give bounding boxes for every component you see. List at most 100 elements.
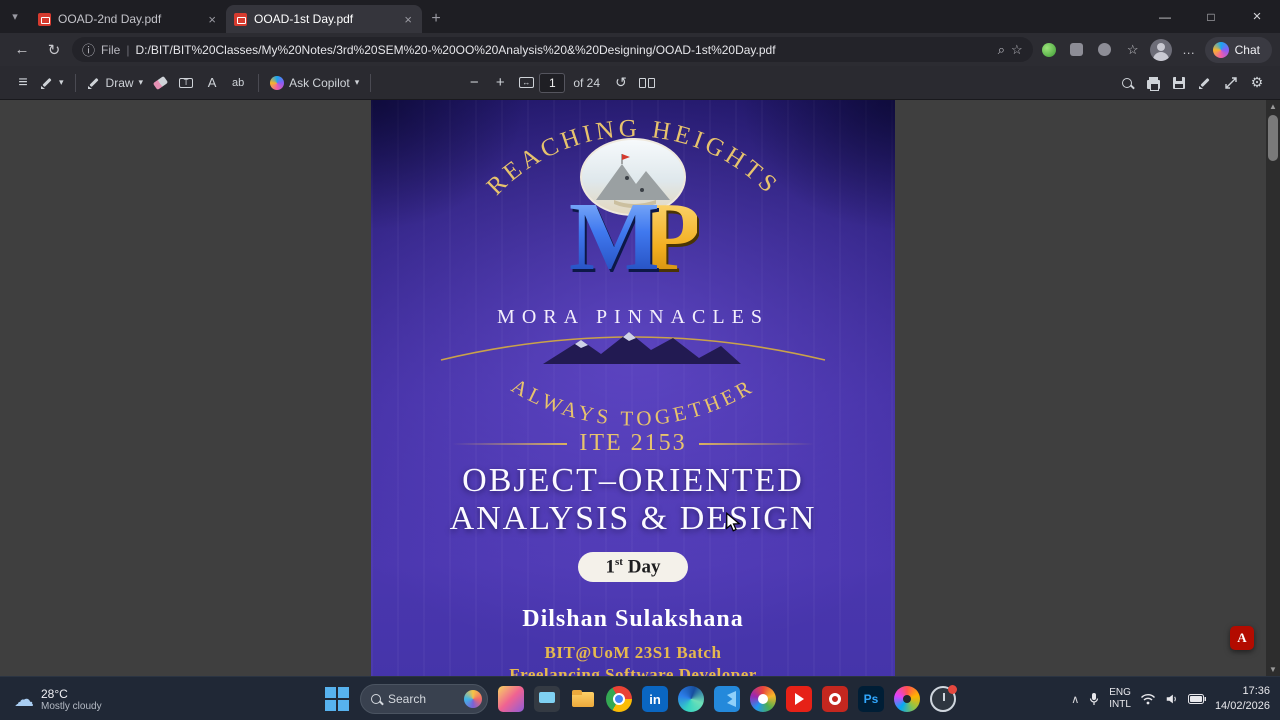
course-code-row: ITE 2153 <box>371 430 895 457</box>
search-icon <box>371 694 381 704</box>
settings-menu-icon[interactable]: … <box>1177 38 1201 62</box>
file-explorer-icon[interactable] <box>570 686 596 712</box>
hidden-icons-chevron[interactable]: ∧ <box>1071 693 1079 706</box>
maximize-button[interactable]: □ <box>1188 0 1234 33</box>
tab-ooad-1st-day[interactable]: OOAD-1st Day.pdf × <box>226 5 422 33</box>
gold-line-left <box>452 442 568 445</box>
photos-icon[interactable] <box>750 686 776 712</box>
color-wheel-app-icon[interactable] <box>894 686 920 712</box>
tab-actions-icon[interactable]: ▾ <box>0 0 30 33</box>
scroll-down-icon[interactable]: ▼ <box>1266 663 1280 676</box>
tab-close-icon[interactable]: × <box>206 12 218 27</box>
refresh-icon[interactable]: ↻ <box>40 37 68 63</box>
vscode-icon[interactable] <box>714 686 740 712</box>
translate-icon[interactable]: ab <box>225 70 251 96</box>
url-text: D:/BIT/BIT%20Classes/My%20Notes/3rd%20SE… <box>135 42 776 57</box>
copilot-chat-button[interactable]: Chat <box>1204 36 1272 63</box>
taskbar: ☁ 28°C Mostly cloudy Search in Ps ∧ ENG … <box>0 676 1280 720</box>
zoom-find-icon[interactable]: ⌕ <box>998 42 1005 58</box>
system-tray: ∧ ENG INTL 17:36 14/02/2026 <box>1071 677 1276 720</box>
lang-line1: ENG <box>1109 687 1131 698</box>
new-tab-button[interactable]: + <box>422 5 450 33</box>
annotate-icon[interactable] <box>1192 70 1218 96</box>
extension-green-icon[interactable] <box>1037 38 1061 62</box>
fullscreen-icon[interactable] <box>1218 70 1244 96</box>
lang-line2: INTL <box>1109 699 1131 710</box>
toc-menu-icon[interactable]: ≡ <box>10 70 36 96</box>
tab-ooad-2nd-day[interactable]: OOAD-2nd Day.pdf × <box>30 5 226 33</box>
minimize-button[interactable]: — <box>1142 0 1188 33</box>
zoom-in-icon[interactable]: + <box>487 70 513 96</box>
fit-to-width-icon[interactable]: ↔ <box>513 70 539 96</box>
edge-icon[interactable] <box>678 686 704 712</box>
weather-temp: 28°C <box>41 686 68 701</box>
people-app-icon[interactable] <box>498 686 524 712</box>
favorites-bar-icon[interactable]: ☆ <box>1121 38 1145 62</box>
draw-button[interactable]: Draw ▾ <box>83 70 148 96</box>
wifi-icon[interactable] <box>1140 693 1156 705</box>
toolbar-separator <box>370 73 372 92</box>
favorites-star-icon[interactable]: ☆ <box>1011 42 1023 58</box>
browser-window: ▾ OOAD-2nd Day.pdf × OOAD-1st Day.pdf × … <box>0 0 1280 720</box>
logo-letter-m: M <box>568 183 661 291</box>
search-label: Search <box>388 692 427 706</box>
tab-title: OOAD-1st Day.pdf <box>254 12 354 26</box>
tab-close-icon[interactable]: × <box>402 12 414 27</box>
photoshop-icon[interactable]: Ps <box>858 686 884 712</box>
draw-label: Draw <box>105 75 134 90</box>
linkedin-icon[interactable]: in <box>642 686 668 712</box>
page-number-input[interactable] <box>539 72 566 93</box>
weather-widget[interactable]: ☁ 28°C Mostly cloudy <box>6 677 110 720</box>
scroll-up-icon[interactable]: ▲ <box>1266 100 1280 113</box>
pdf-viewport: REACHING HEIGHTS MP MORA PINNACLES ALWAY… <box>0 100 1280 676</box>
chrome-icon[interactable] <box>606 686 632 712</box>
url-field[interactable]: ⓘ File | D:/BIT/BIT%20Classes/My%20Notes… <box>72 37 1033 62</box>
acrobat-float-button[interactable]: A <box>1230 626 1254 650</box>
pdf-favicon <box>38 12 51 26</box>
text-box-icon[interactable]: T <box>173 70 199 96</box>
clock-widget[interactable]: 17:36 14/02/2026 <box>1215 684 1270 714</box>
start-button[interactable] <box>324 686 350 712</box>
eraser-icon[interactable] <box>147 70 173 96</box>
close-button[interactable]: × <box>1234 0 1280 33</box>
media-player-icon[interactable] <box>822 686 848 712</box>
zoom-out-icon[interactable]: − <box>461 70 487 96</box>
titlebar-drag-area <box>450 0 1142 33</box>
clock-app-icon[interactable] <box>930 685 957 712</box>
title-bar: ▾ OOAD-2nd Day.pdf × OOAD-1st Day.pdf × … <box>0 0 1280 33</box>
ask-copilot-label: Ask Copilot <box>289 75 350 90</box>
pen-icon <box>87 76 101 90</box>
search-highlight-icon <box>464 690 482 708</box>
ask-copilot-button[interactable]: Ask Copilot ▾ <box>266 70 363 96</box>
task-view-icon[interactable] <box>534 686 560 712</box>
info-icon[interactable]: ⓘ <box>82 40 95 59</box>
url-divider: | <box>126 42 130 57</box>
scrollbar-thumb[interactable] <box>1268 115 1278 161</box>
course-code: ITE 2153 <box>579 430 687 456</box>
address-bar: ← ↻ ⓘ File | D:/BIT/BIT%20Classes/My%20N… <box>0 33 1280 66</box>
protocol-label: File <box>101 42 121 57</box>
youtube-icon[interactable] <box>786 686 812 712</box>
highlighter-icon[interactable]: ▾ <box>36 70 68 96</box>
battery-icon[interactable] <box>1187 694 1206 704</box>
extension-gray-icon[interactable] <box>1065 38 1089 62</box>
day-badge: 1st Day <box>371 552 895 583</box>
rotate-icon[interactable]: ↺ <box>608 70 634 96</box>
back-icon[interactable]: ← <box>8 37 36 63</box>
settings-gear-icon[interactable]: ⚙ <box>1244 70 1270 96</box>
profile-avatar[interactable] <box>1149 38 1173 62</box>
language-indicator[interactable]: ENG INTL <box>1109 687 1131 711</box>
author-name: Dilshan Sulakshana <box>522 606 744 632</box>
page-view-icon[interactable] <box>634 70 660 96</box>
microphone-icon[interactable] <box>1088 692 1100 706</box>
save-icon[interactable] <box>1166 70 1192 96</box>
taskbar-search[interactable]: Search <box>360 684 488 714</box>
print-icon[interactable] <box>1140 70 1166 96</box>
mouse-cursor <box>726 512 741 532</box>
scrollbar[interactable]: ▲ ▼ <box>1266 100 1280 676</box>
course-title-line1: OBJECT–ORIENTED <box>462 462 804 499</box>
search-document-icon[interactable] <box>1114 70 1140 96</box>
volume-icon[interactable] <box>1165 693 1179 705</box>
extensions-puzzle-icon[interactable] <box>1093 38 1117 62</box>
read-aloud-icon[interactable]: A <box>199 70 225 96</box>
